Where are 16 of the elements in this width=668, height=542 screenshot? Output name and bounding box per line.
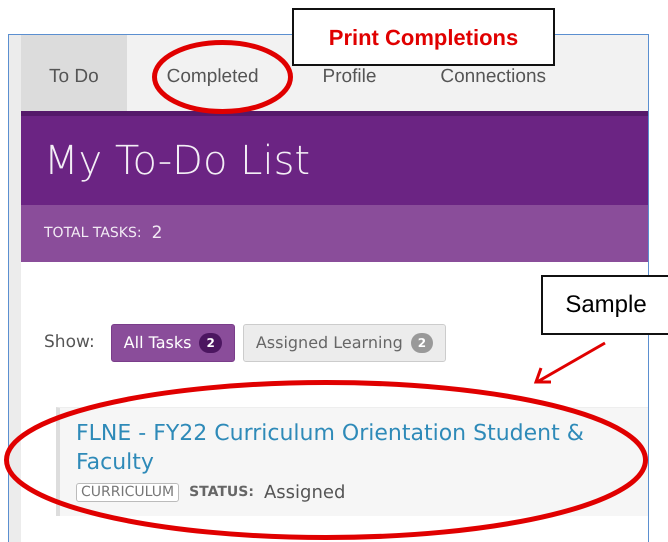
callout-tooltip: Print Completions bbox=[292, 8, 555, 66]
filter-button[interactable]: All Tasks 2 bbox=[110, 324, 235, 362]
count-badge: 2 bbox=[410, 333, 434, 353]
status-label: STATUS: bbox=[189, 483, 254, 502]
filter-button[interactable]: Assigned Learning 2 bbox=[242, 324, 446, 362]
type-tag: CURRICULUM bbox=[76, 483, 180, 502]
status-value: Assigned bbox=[264, 481, 346, 506]
count-badge: 2 bbox=[199, 333, 222, 353]
task-title-link[interactable]: FLNE - FY22 Curriculum Orientation Student & Faculty bbox=[76, 420, 638, 478]
callout-tooltip: Sample bbox=[541, 275, 668, 335]
show-label: Show: bbox=[44, 331, 95, 354]
total-tasks-count: 2 bbox=[152, 222, 162, 245]
tab[interactable]: To Do bbox=[21, 35, 127, 111]
tab[interactable]: Completed bbox=[162, 60, 263, 94]
total-tasks-label: TOTAL TASKS: bbox=[44, 224, 142, 243]
page-title: My To-Do List bbox=[44, 136, 310, 184]
